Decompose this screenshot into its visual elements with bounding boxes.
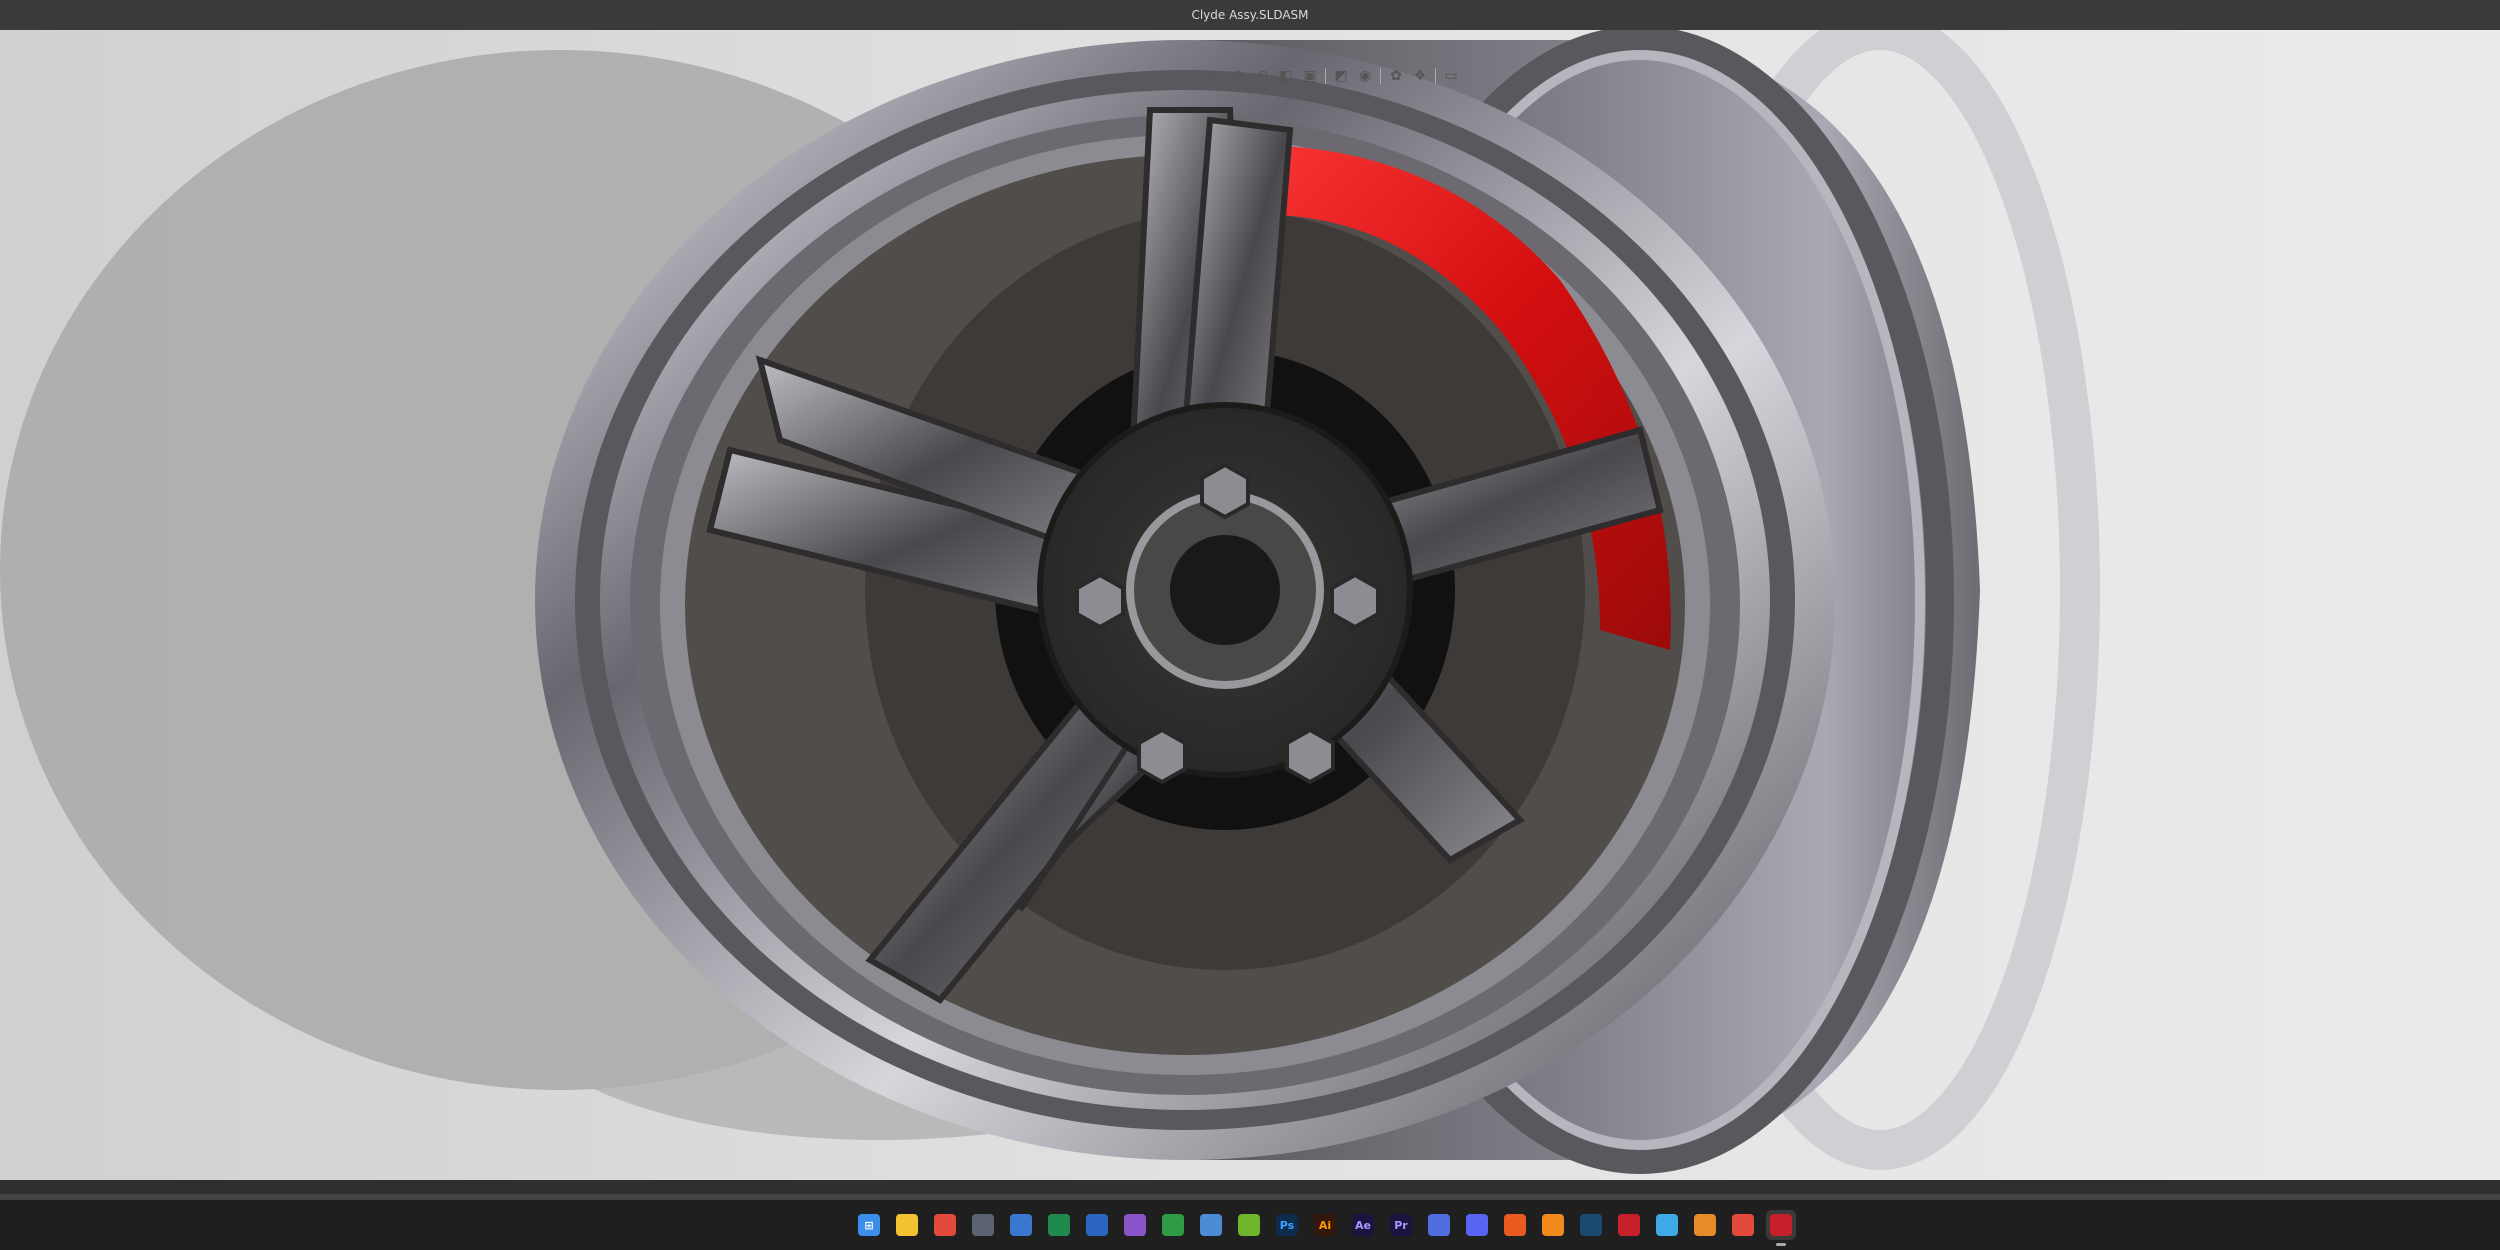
3d-viewer-icon: [1656, 1214, 1678, 1236]
discord-icon: [1466, 1214, 1488, 1236]
previous-view-icon[interactable]: ↶: [1253, 67, 1271, 85]
notepad-taskbar-button[interactable]: [1196, 1210, 1226, 1240]
taskbar-app-list: ⊞ Ps Ai Ae Pr: [854, 1210, 1796, 1246]
chrome-profile-icon: [1732, 1214, 1754, 1236]
excel-icon: [1048, 1214, 1070, 1236]
zoom-to-fit-icon[interactable]: ⌕: [1205, 67, 1223, 85]
camera-taskbar-button[interactable]: [1120, 1210, 1150, 1240]
premiere-taskbar-button[interactable]: Pr: [1386, 1210, 1416, 1240]
section-view-icon[interactable]: ◧: [1277, 67, 1295, 85]
after-effects-icon: Ae: [1352, 1214, 1374, 1236]
photoshop-taskbar-button[interactable]: Ps: [1272, 1210, 1302, 1240]
store-icon: [1010, 1214, 1032, 1236]
nvidia-taskbar-button[interactable]: [1234, 1210, 1264, 1240]
steam-taskbar-button[interactable]: [1576, 1210, 1606, 1240]
fusion-taskbar-button[interactable]: [1538, 1210, 1568, 1240]
illustrator-taskbar-button[interactable]: Ai: [1310, 1210, 1340, 1240]
solidworks-2026-taskbar-button[interactable]: [1614, 1210, 1644, 1240]
view-orientation-icon[interactable]: ▣: [1301, 67, 1319, 85]
wheel-model-render[interactable]: [0, 30, 2500, 1180]
display-settings-icon[interactable]: ▭: [1442, 67, 1460, 85]
toolbar-separator: [1380, 68, 1381, 84]
heads-up-view-toolbar: ⌕ ⊕ ↶ ◧ ▣ ◩ ◉ ✿ ❖ ▭: [1205, 64, 1460, 88]
photoshop-icon: Ps: [1276, 1214, 1298, 1236]
chrome-profile-taskbar-button[interactable]: [1728, 1210, 1758, 1240]
word-taskbar-button[interactable]: [1082, 1210, 1112, 1240]
hide-show-icon[interactable]: ◉: [1356, 67, 1374, 85]
solidworks-2026-icon: [1618, 1214, 1640, 1236]
solidworks-2026-active-taskbar-button[interactable]: [1766, 1210, 1796, 1246]
toolbar-separator: [1325, 68, 1326, 84]
illustrator-icon: Ai: [1314, 1214, 1336, 1236]
blender-taskbar-button[interactable]: [1690, 1210, 1720, 1240]
nvidia-icon: [1238, 1214, 1260, 1236]
premiere-icon: Pr: [1390, 1214, 1412, 1236]
window-title: Clyde Assy.SLDASM: [1191, 8, 1309, 22]
file-explorer-taskbar-button[interactable]: [892, 1210, 922, 1240]
calculator-icon: [972, 1214, 994, 1236]
calculator-taskbar-button[interactable]: [968, 1210, 998, 1240]
graphics-viewport[interactable]: ⌕ ⊕ ↶ ◧ ▣ ◩ ◉ ✿ ❖ ▭: [0, 30, 2500, 1180]
oculus-taskbar-button[interactable]: [1500, 1210, 1530, 1240]
start-taskbar-button[interactable]: ⊞: [854, 1210, 884, 1240]
solidworks-2026-active-icon: [1770, 1214, 1792, 1236]
appearance-icon[interactable]: ✿: [1387, 67, 1405, 85]
blender-icon: [1694, 1214, 1716, 1236]
notepad-icon: [1200, 1214, 1222, 1236]
discord-taskbar-button[interactable]: [1462, 1210, 1492, 1240]
display-style-icon[interactable]: ◩: [1332, 67, 1350, 85]
windows-taskbar: ⊞ Ps Ai Ae Pr: [0, 1200, 2500, 1250]
title-bar: Clyde Assy.SLDASM: [0, 0, 2500, 30]
chrome-icon: [934, 1214, 956, 1236]
word-icon: [1086, 1214, 1108, 1236]
fusion-icon: [1542, 1214, 1564, 1236]
messenger-taskbar-button[interactable]: [1424, 1210, 1454, 1240]
status-bar: [0, 1180, 2500, 1194]
xbox-icon: [1162, 1214, 1184, 1236]
start-icon: ⊞: [858, 1214, 880, 1236]
xbox-taskbar-button[interactable]: [1158, 1210, 1188, 1240]
after-effects-taskbar-button[interactable]: Ae: [1348, 1210, 1378, 1240]
steam-icon: [1580, 1214, 1602, 1236]
zoom-area-icon[interactable]: ⊕: [1229, 67, 1247, 85]
toolbar-separator: [1435, 68, 1436, 84]
messenger-icon: [1428, 1214, 1450, 1236]
excel-taskbar-button[interactable]: [1044, 1210, 1074, 1240]
scene-icon[interactable]: ❖: [1411, 67, 1429, 85]
file-explorer-icon: [896, 1214, 918, 1236]
chrome-taskbar-button[interactable]: [930, 1210, 960, 1240]
store-taskbar-button[interactable]: [1006, 1210, 1036, 1240]
3d-viewer-taskbar-button[interactable]: [1652, 1210, 1682, 1240]
oculus-icon: [1504, 1214, 1526, 1236]
camera-icon: [1124, 1214, 1146, 1236]
